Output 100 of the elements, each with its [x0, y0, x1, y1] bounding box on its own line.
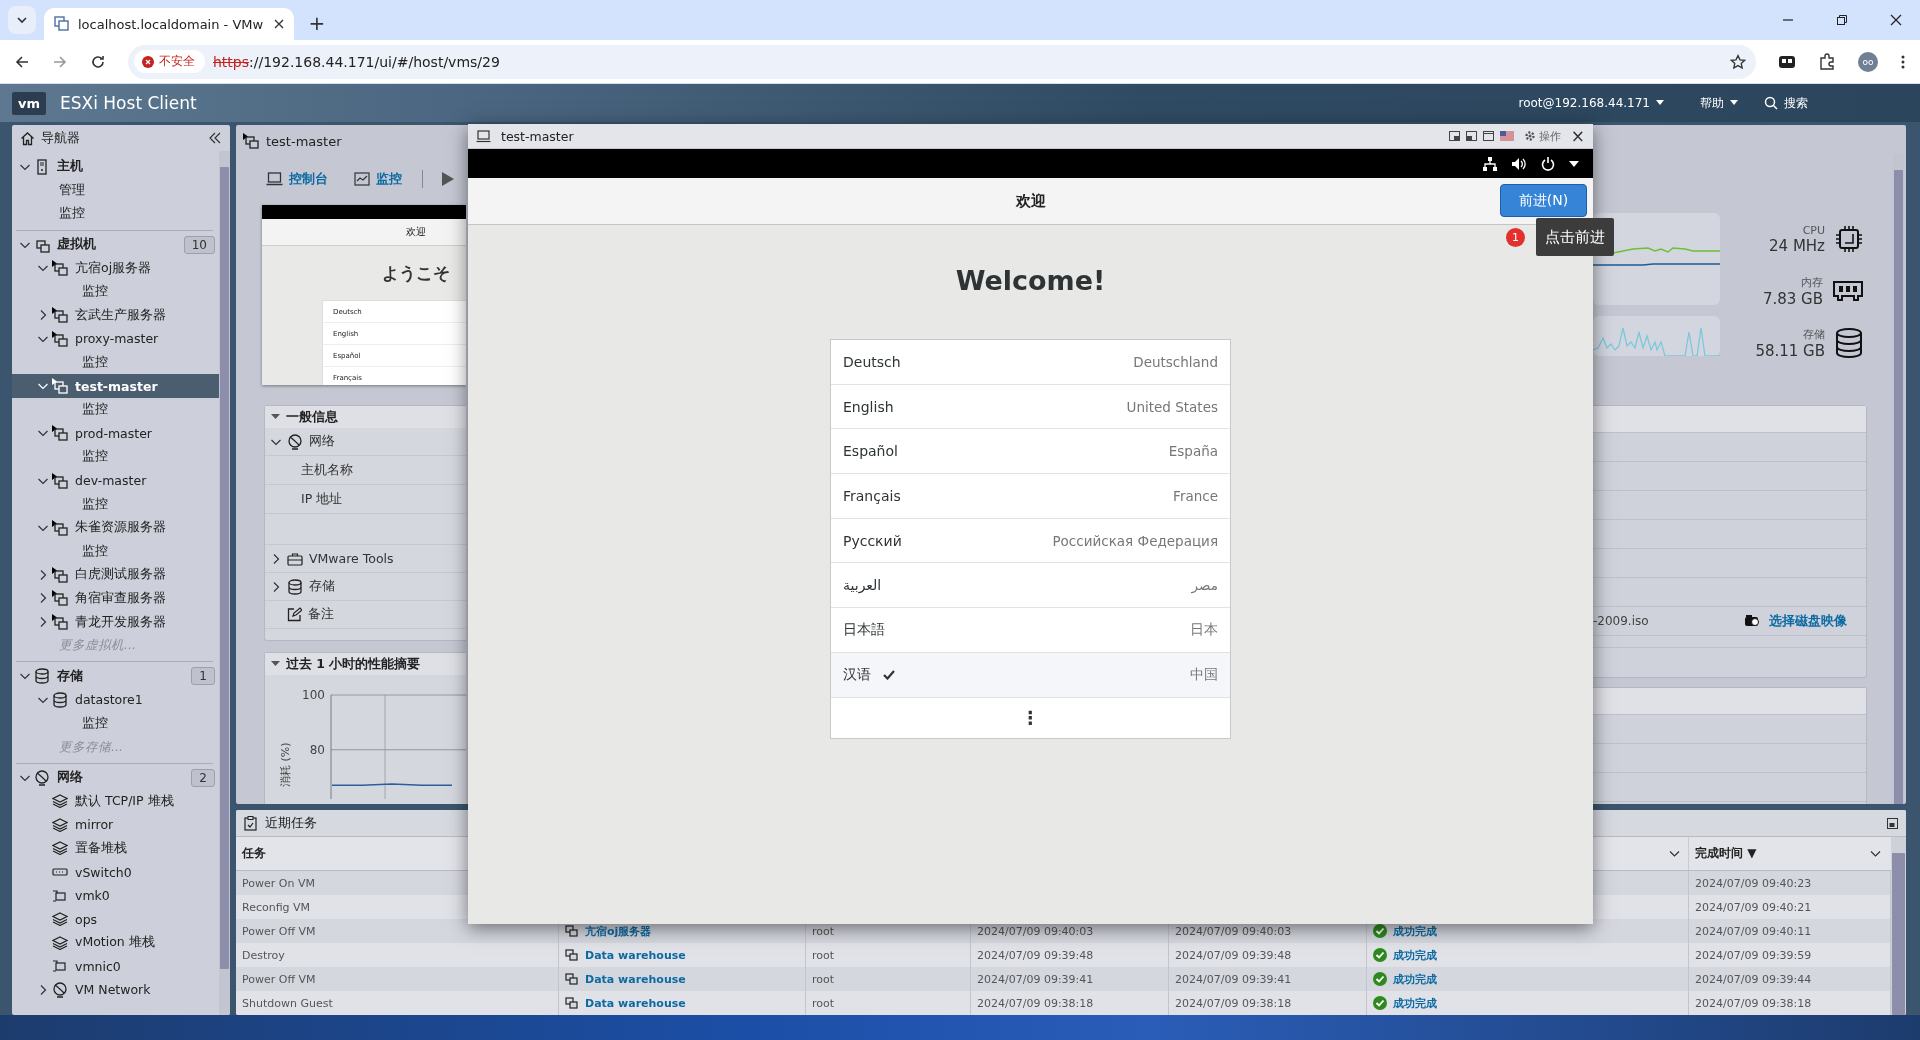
- card-header[interactable]: 一般信息: [265, 406, 466, 428]
- power-on-button[interactable]: [441, 171, 455, 187]
- navigator-item[interactable]: vmnic0: [12, 954, 219, 979]
- network-icon[interactable]: [1483, 156, 1497, 171]
- flag-icon[interactable]: [1499, 131, 1514, 141]
- language-option[interactable]: English United States: [831, 384, 1230, 430]
- navigator-link[interactable]: 监控: [12, 350, 219, 375]
- user-menu[interactable]: root@192.168.44.171: [1518, 96, 1664, 110]
- bookmark-star-icon[interactable]: [1730, 53, 1746, 70]
- console-button[interactable]: 控制台: [266, 170, 328, 188]
- close-button[interactable]: ×: [1570, 127, 1585, 145]
- navigator-item[interactable]: 置备堆栈: [12, 836, 219, 861]
- window-layout-icon[interactable]: [1448, 131, 1460, 141]
- close-icon[interactable]: [1890, 14, 1902, 26]
- language-option[interactable]: 日本語 日本: [831, 608, 1230, 653]
- navigator-item[interactable]: 默认 TCP/IP 堆栈: [12, 789, 219, 814]
- select-disk-image-link[interactable]: 选择磁盘映像: [1769, 612, 1847, 630]
- new-tab-button[interactable]: +: [304, 11, 330, 35]
- result-link[interactable]: 成功完成: [1393, 947, 1437, 963]
- collapse-icon[interactable]: [208, 132, 222, 144]
- navigator-item[interactable]: 玄武生产服务器: [12, 303, 219, 328]
- vm-link[interactable]: Data warehouse: [585, 948, 686, 962]
- column-header[interactable]: 任务: [242, 845, 266, 862]
- next-button[interactable]: 前进(N): [1500, 184, 1587, 217]
- language-option[interactable]: Español España: [831, 429, 1230, 475]
- monitor-button[interactable]: 监控: [354, 170, 402, 188]
- language-option[interactable]: 汉语 中国: [831, 652, 1230, 698]
- volume-icon[interactable]: [1511, 156, 1527, 171]
- navigator-item[interactable]: 主机: [12, 155, 219, 179]
- power-icon[interactable]: [1541, 156, 1555, 171]
- navigator-item[interactable]: 亢宿oj服务器: [12, 256, 219, 280]
- help-menu[interactable]: 帮助: [1700, 94, 1738, 112]
- navigator-item[interactable]: datastore1: [12, 688, 219, 712]
- navigator-item[interactable]: 角宿审查服务器: [12, 586, 219, 611]
- navigator-item[interactable]: 朱雀资源服务器: [12, 515, 219, 540]
- restore-icon[interactable]: [1836, 14, 1848, 26]
- navigator-item[interactable]: vMotion 堆栈: [12, 931, 219, 955]
- forward-icon[interactable]: [52, 53, 68, 70]
- database-icon: [34, 668, 50, 685]
- result-link[interactable]: 成功完成: [1393, 923, 1437, 939]
- card-header[interactable]: 过去 1 小时的性能摘要: [265, 653, 466, 675]
- browser-tab[interactable]: localhost.localdomain - VMw: [44, 8, 294, 40]
- vm-link[interactable]: 亢宿oj服务器: [585, 923, 652, 939]
- language-option[interactable]: العربية مصر: [831, 563, 1230, 609]
- navigator-item[interactable]: 青龙开发服务器: [12, 610, 219, 634]
- result-link[interactable]: 成功完成: [1393, 971, 1437, 987]
- navigator-item[interactable]: 网络 2: [12, 765, 219, 790]
- navigator-link[interactable]: 监控: [12, 279, 219, 304]
- navigator-item[interactable]: 白虎测试服务器: [12, 563, 219, 587]
- navigator-item[interactable]: vmk0: [12, 883, 219, 908]
- navigator-item[interactable]: dev-master: [12, 468, 219, 493]
- navigator-link[interactable]: 监控: [12, 492, 219, 516]
- caret-icon[interactable]: [1569, 160, 1579, 167]
- navigator-item[interactable]: 虚拟机 10: [12, 232, 219, 257]
- panel-title: 近期任务: [265, 814, 318, 832]
- window-layout-icon[interactable]: [1465, 131, 1477, 141]
- maximize-icon[interactable]: [1887, 817, 1898, 829]
- back-icon[interactable]: [14, 53, 30, 70]
- chevron-down-icon[interactable]: [1870, 849, 1881, 858]
- navigator-item[interactable]: VM Network: [12, 978, 219, 1002]
- table-cell: Reconfig VM: [242, 900, 311, 914]
- field-label: 主机名称: [301, 461, 353, 479]
- language-option[interactable]: Русский Российская Федерация: [831, 518, 1230, 564]
- navigator-item[interactable]: mirror: [12, 813, 219, 837]
- profile-avatar[interactable]: oo: [1858, 51, 1878, 72]
- actions-menu[interactable]: 操作: [1523, 128, 1561, 144]
- cpu-icon: [1835, 225, 1863, 253]
- column-header[interactable]: 完成时间 ▼: [1695, 845, 1757, 862]
- navigator-item[interactable]: ops: [12, 907, 219, 931]
- language-option[interactable]: Deutsch Deutschland: [831, 340, 1230, 385]
- navigator-item[interactable]: vSwitch0: [12, 860, 219, 884]
- chevron-down-icon[interactable]: [1669, 849, 1680, 858]
- tab-search-button[interactable]: [8, 6, 36, 34]
- search-button[interactable]: 搜索: [1764, 94, 1808, 112]
- navigator-item[interactable]: 存储 1: [12, 664, 219, 689]
- navigator-item[interactable]: proxy-master: [12, 327, 219, 351]
- language-option[interactable]: Français France: [831, 474, 1230, 519]
- navigator-link[interactable]: 监控: [12, 711, 219, 736]
- navigator-link[interactable]: 监控: [12, 397, 219, 422]
- navigator-link[interactable]: 监控: [12, 539, 219, 564]
- navigator-item[interactable]: prod-master: [12, 421, 219, 446]
- result-link[interactable]: 成功完成: [1393, 995, 1437, 1011]
- vm-link[interactable]: Data warehouse: [585, 996, 686, 1010]
- maximize-icon[interactable]: [1482, 131, 1494, 141]
- puzzle-icon[interactable]: [1818, 52, 1836, 71]
- security-chip[interactable]: 不安全: [134, 50, 205, 73]
- more-languages-button[interactable]: ⋮: [1013, 707, 1048, 728]
- scrollbar[interactable]: [1891, 837, 1906, 1015]
- reload-icon[interactable]: [90, 53, 106, 70]
- address-field[interactable]: 不安全 https://192.168.44.171/ui/#/host/vms/29: [128, 44, 1756, 79]
- navigator-link[interactable]: 监控: [12, 445, 219, 469]
- scrollbar[interactable]: [219, 151, 230, 1015]
- navigator-link[interactable]: 监控: [12, 202, 219, 226]
- layers-icon: [52, 794, 68, 809]
- close-icon[interactable]: [274, 19, 284, 29]
- navigator-item[interactable]: test-master: [12, 374, 219, 398]
- navigator-link[interactable]: 管理: [12, 178, 219, 203]
- edit-icon: [287, 607, 302, 622]
- vm-link[interactable]: Data warehouse: [585, 972, 686, 986]
- menu-icon[interactable]: [1900, 53, 1906, 70]
